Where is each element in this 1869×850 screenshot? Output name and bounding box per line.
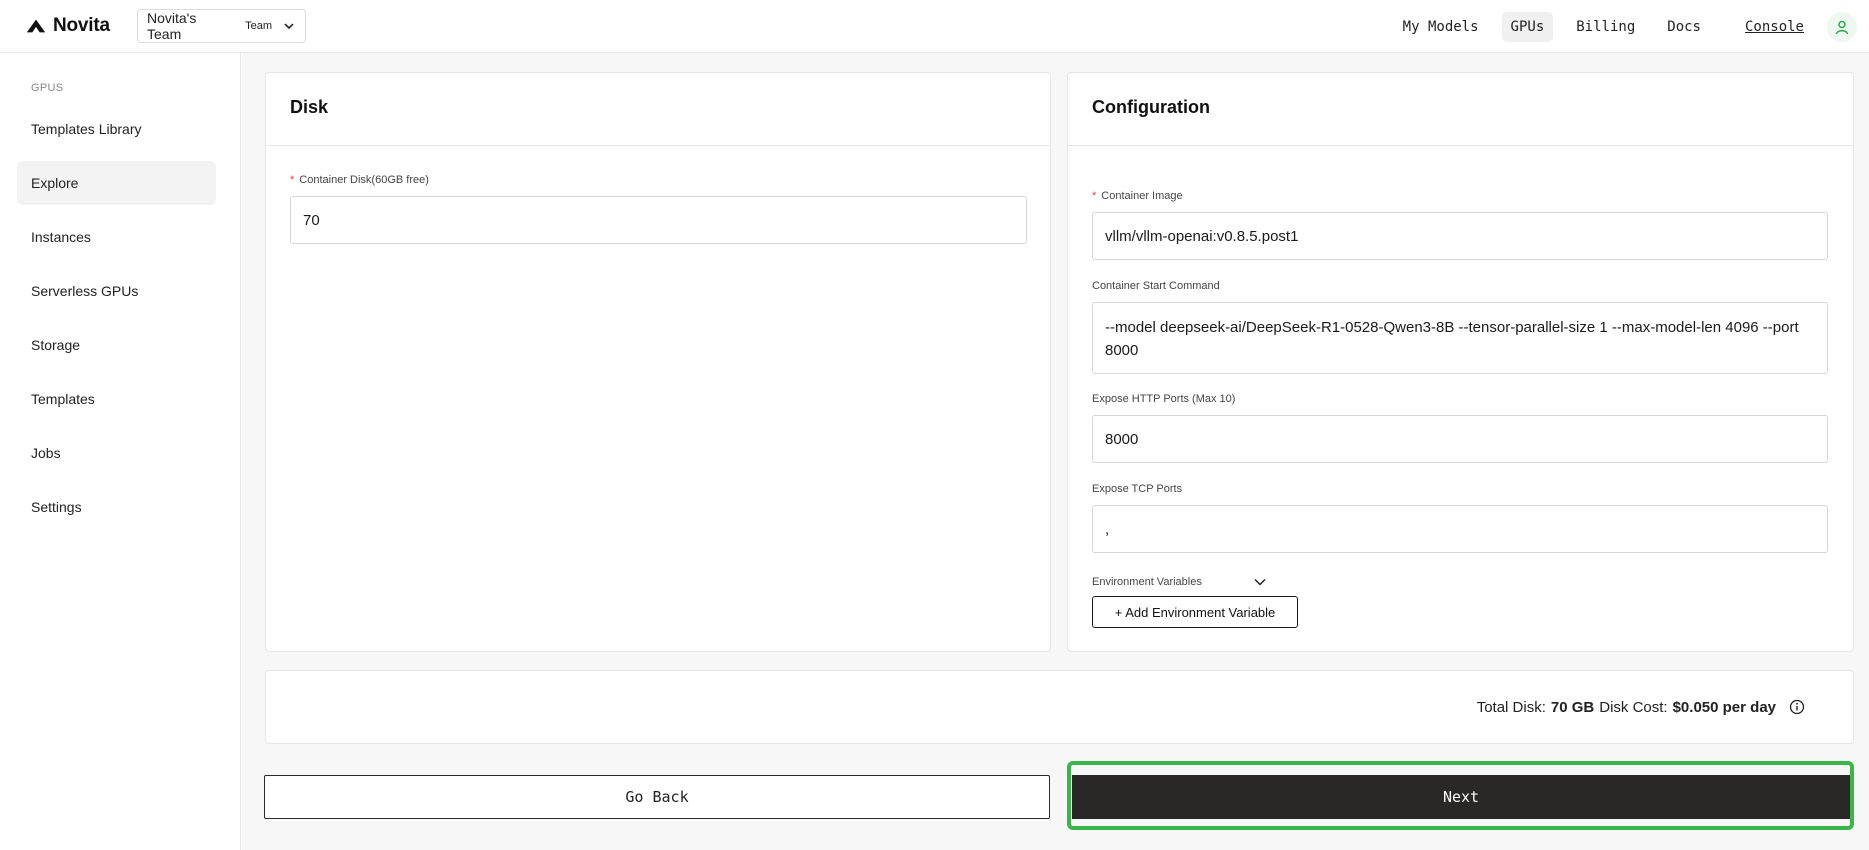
environment-variables-toggle[interactable]: Environment Variables [1092,575,1267,589]
team-badge: Team [245,20,273,32]
tcp-ports-label: Expose TCP Ports [1092,483,1183,495]
top-nav: My Models GPUs Billing Docs Console [1394,0,1869,53]
sidebar-item-templates[interactable]: Templates [17,377,216,421]
sidebar-item-explore[interactable]: Explore [17,161,216,205]
chevron-down-icon [1254,578,1266,586]
nav-my-models[interactable]: My Models [1394,12,1488,42]
disk-cost-label: Disk Cost: [1599,698,1668,716]
card-divider [1068,145,1853,146]
card-divider [266,145,1050,146]
disk-cost-value: $0.050 per day [1672,698,1776,716]
container-image-input[interactable]: vllm/vllm-openai:v0.8.5.post1 [1092,212,1828,260]
cost-summary-card: Total Disk: 70 GB Disk Cost: $0.050 per … [265,670,1854,744]
nav-gpus[interactable]: GPUs [1501,11,1554,42]
required-marker: * [290,174,295,186]
next-button[interactable]: Next [1072,775,1850,819]
sidebar-item-settings[interactable]: Settings [17,485,216,529]
start-command-label: Container Start Command [1092,280,1220,292]
environment-variables-label: Environment Variables [1092,576,1202,588]
container-image-label-text: Container Image [1101,190,1183,202]
sidebar-item-jobs[interactable]: Jobs [17,431,216,475]
sidebar-item-storage[interactable]: Storage [17,323,216,367]
total-disk-label: Total Disk: [1476,698,1546,716]
go-back-button[interactable]: Go Back [264,775,1050,819]
start-command-textarea[interactable]: --model deepseek-ai/DeepSeek-R1-0528-Qwe… [1092,302,1828,374]
disk-card-title: Disk [290,97,329,117]
required-marker: * [1092,190,1097,202]
sidebar-item-serverless-gpus[interactable]: Serverless GPUs [17,269,216,313]
novita-logo[interactable]: Novita [25,15,110,37]
container-disk-label-text: Container Disk(60GB free) [299,174,429,186]
configuration-card: Configuration * Container Image vllm/vllm… [1067,72,1854,652]
http-ports-label: Expose HTTP Ports (Max 10) [1092,393,1236,405]
add-environment-variable-button[interactable]: + Add Environment Variable [1092,596,1298,628]
tcp-ports-input[interactable]: , [1092,505,1828,553]
team-name: Novita's Team [147,10,197,42]
disk-card: Disk * Container Disk(60GB free) 70 [265,72,1051,652]
sidebar-item-templates-library[interactable]: Templates Library [17,107,216,151]
top-bar: Novita Novita's Team Team My Models GPUs… [0,0,1869,53]
user-icon [1835,20,1849,34]
info-icon[interactable] [1789,699,1805,715]
configuration-card-title: Configuration [1092,97,1210,117]
container-image-label: * Container Image [1092,190,1183,202]
container-disk-label: * Container Disk(60GB free) [290,174,429,186]
cost-summary: Total Disk: 70 GB Disk Cost: $0.050 per … [1477,671,1805,743]
user-avatar[interactable] [1827,11,1857,42]
total-disk-value: 70 GB [1550,698,1595,716]
sidebar: GPUS Templates Library Explore Instances… [0,53,241,850]
nav-billing[interactable]: Billing [1567,12,1644,42]
team-selector[interactable]: Novita's Team Team [137,9,306,43]
sidebar-item-instances[interactable]: Instances [17,215,216,259]
nav-console[interactable]: Console [1736,12,1813,42]
nav-docs[interactable]: Docs [1658,12,1710,42]
main-content: Disk * Container Disk(60GB free) 70 Confi… [242,53,1869,850]
http-ports-input[interactable]: 8000 [1092,415,1828,463]
novita-logo-icon [26,19,46,33]
container-disk-input[interactable]: 70 [290,196,1027,244]
logo-text: Novita [53,15,110,36]
chevron-down-icon [284,23,294,30]
sidebar-section-title: GPUS [31,82,64,94]
